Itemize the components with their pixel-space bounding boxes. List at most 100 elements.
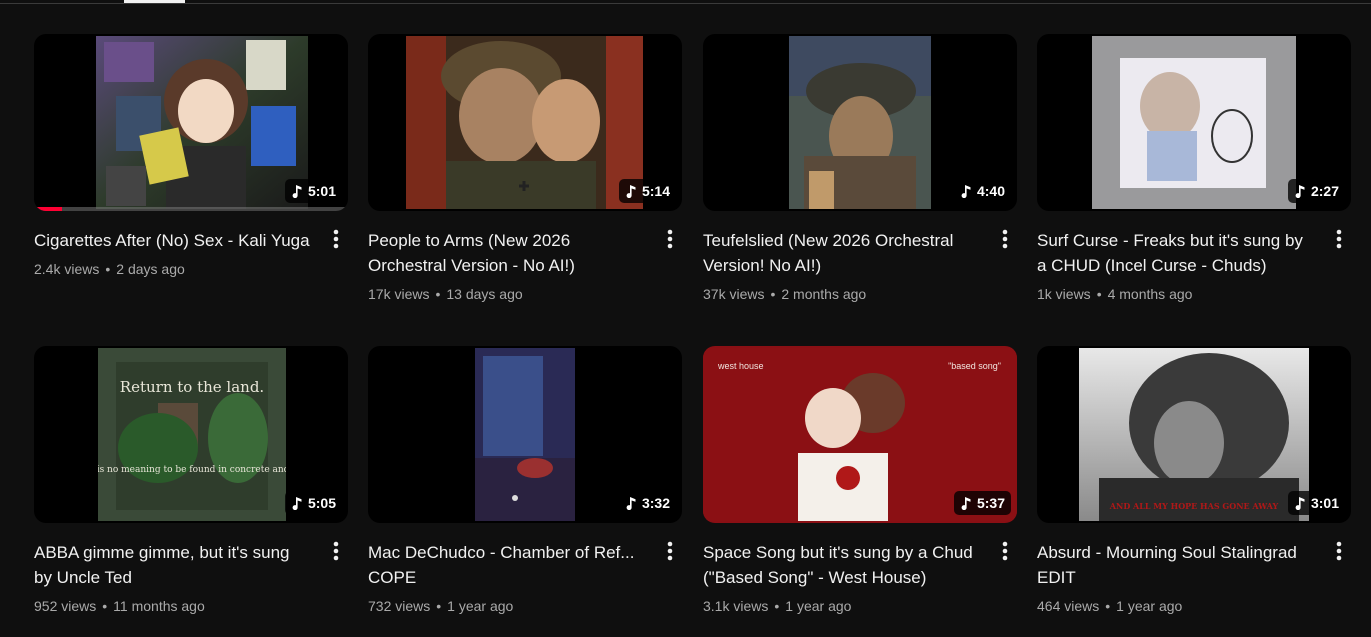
video-card[interactable]: 2:27 Surf Curse - Freaks but it's sung b… — [1037, 34, 1351, 302]
thumbnail-caption-top: Return to the land. — [120, 378, 264, 396]
thumbnail-art — [96, 36, 308, 209]
thumbnail-art: AND ALL MY HOPE HAS GONE AWAY — [1079, 348, 1309, 521]
duration-badge: 4:40 — [953, 179, 1011, 203]
meta-separator: • — [770, 286, 776, 302]
duration-text: 5:05 — [307, 495, 336, 511]
video-title[interactable]: Cigarettes After (No) Sex - Kali Yuga — [34, 228, 318, 253]
video-title[interactable]: People to Arms (New 2026 Orchestral Vers… — [368, 228, 652, 278]
meta-separator: • — [436, 598, 442, 614]
thumbnail-caption-bottom: There is no meaning to be found in concr… — [98, 465, 286, 475]
thumbnail-art: Return to the land. There is no meaning … — [98, 348, 286, 521]
upload-age: 2 days ago — [116, 261, 185, 277]
more-actions-button[interactable] — [993, 540, 1017, 566]
video-thumbnail[interactable]: AND ALL MY HOPE HAS GONE AWAY 3:01 — [1037, 346, 1351, 523]
upload-age: 1 year ago — [1116, 598, 1183, 614]
duration-badge: 2:27 — [1287, 179, 1345, 203]
more-actions-button[interactable] — [993, 228, 1017, 254]
video-card[interactable]: AND ALL MY HOPE HAS GONE AWAY 3:01 Absur… — [1037, 346, 1351, 614]
more-actions-button[interactable] — [1327, 228, 1351, 254]
view-count: 3.1k views — [703, 598, 769, 614]
music-note-icon — [1293, 184, 1307, 198]
video-thumbnail[interactable]: 3:32 — [368, 346, 682, 523]
meta-separator: • — [1105, 598, 1111, 614]
duration-badge: 3:01 — [1287, 491, 1345, 515]
tabs-divider — [0, 3, 1371, 4]
video-meta: 732 views • 1 year ago — [368, 596, 513, 616]
watch-progress-track — [34, 207, 348, 211]
music-note-icon — [290, 184, 304, 198]
upload-age: 4 months ago — [1107, 286, 1193, 302]
view-count: 1k views — [1037, 286, 1091, 302]
upload-age: 2 months ago — [781, 286, 867, 302]
duration-text: 3:01 — [1310, 495, 1339, 511]
video-card[interactable]: Return to the land. There is no meaning … — [34, 346, 348, 614]
music-note-icon — [624, 184, 638, 198]
music-note-icon — [290, 496, 304, 510]
more-actions-button[interactable] — [324, 228, 348, 254]
view-count: 2.4k views — [34, 261, 100, 277]
duration-text: 5:14 — [641, 183, 670, 199]
more-vert-icon — [333, 541, 339, 561]
meta-separator: • — [435, 286, 441, 302]
duration-badge: 5:37 — [953, 491, 1011, 515]
view-count: 464 views — [1037, 598, 1100, 614]
thumbnail-art — [406, 36, 643, 209]
more-vert-icon — [667, 541, 673, 561]
more-actions-button[interactable] — [658, 540, 682, 566]
more-actions-button[interactable] — [324, 540, 348, 566]
video-thumbnail[interactable]: 4:40 — [703, 34, 1017, 211]
video-thumbnail[interactable]: 5:01 — [34, 34, 348, 211]
video-meta: 2.4k views • 2 days ago — [34, 259, 185, 279]
watch-progress-fill — [34, 207, 63, 211]
video-card[interactable]: 5:14 People to Arms (New 2026 Orchestral… — [368, 34, 682, 302]
video-title[interactable]: Mac DeChudco - Chamber of Ref... COPE — [368, 540, 652, 590]
music-note-icon — [624, 496, 638, 510]
upload-age: 1 year ago — [447, 598, 514, 614]
video-thumbnail[interactable]: west house "based song" 5:37 — [703, 346, 1017, 523]
video-card[interactable]: 3:32 Mac DeChudco - Chamber of Ref... CO… — [368, 346, 682, 614]
thumbnail-art — [1092, 36, 1296, 209]
video-title[interactable]: Absurd - Mourning Soul Stalingrad EDIT — [1037, 540, 1321, 590]
more-actions-button[interactable] — [658, 228, 682, 254]
active-tab-indicator — [124, 0, 185, 3]
duration-badge: 5:01 — [284, 179, 342, 203]
meta-separator: • — [102, 598, 108, 614]
video-title[interactable]: Space Song but it's sung by a Chud ("Bas… — [703, 540, 987, 590]
more-vert-icon — [333, 229, 339, 249]
thumbnail-caption-left: west house — [717, 361, 764, 371]
upload-age: 11 months ago — [113, 598, 205, 614]
video-thumbnail[interactable]: 2:27 — [1037, 34, 1351, 211]
duration-badge: 5:14 — [618, 179, 676, 203]
upload-age: 13 days ago — [446, 286, 523, 302]
duration-text: 4:40 — [976, 183, 1005, 199]
thumbnail-caption-bottom: AND ALL MY HOPE HAS GONE AWAY — [1109, 501, 1279, 511]
thumbnail-caption-right: "based song" — [948, 361, 1001, 371]
video-thumbnail[interactable]: 5:14 — [368, 34, 682, 211]
more-actions-button[interactable] — [1327, 540, 1351, 566]
video-card[interactable]: west house "based song" 5:37 Space Song … — [703, 346, 1017, 614]
more-vert-icon — [1002, 541, 1008, 561]
duration-badge: 3:32 — [618, 491, 676, 515]
duration-text: 5:01 — [307, 183, 336, 199]
view-count: 952 views — [34, 598, 97, 614]
thumbnail-art — [789, 36, 931, 209]
video-thumbnail[interactable]: Return to the land. There is no meaning … — [34, 346, 348, 523]
more-vert-icon — [1336, 229, 1342, 249]
video-meta: 3.1k views • 1 year ago — [703, 596, 851, 616]
video-title[interactable]: Teufelslied (New 2026 Orchestral Version… — [703, 228, 987, 278]
thumbnail-art — [475, 348, 575, 521]
video-card[interactable]: 5:01 Cigarettes After (No) Sex - Kali Yu… — [34, 34, 348, 277]
meta-separator: • — [774, 598, 780, 614]
more-vert-icon — [667, 229, 673, 249]
video-card[interactable]: 4:40 Teufelslied (New 2026 Orchestral Ve… — [703, 34, 1017, 302]
duration-text: 3:32 — [641, 495, 670, 511]
video-meta: 952 views • 11 months ago — [34, 596, 205, 616]
more-vert-icon — [1002, 229, 1008, 249]
video-title[interactable]: ABBA gimme gimme, but it's sung by Uncle… — [34, 540, 318, 590]
video-title[interactable]: Surf Curse - Freaks but it's sung by a C… — [1037, 228, 1321, 278]
music-note-icon — [959, 184, 973, 198]
meta-separator: • — [1096, 286, 1102, 302]
duration-text: 2:27 — [1310, 183, 1339, 199]
upload-age: 1 year ago — [785, 598, 852, 614]
video-meta: 464 views • 1 year ago — [1037, 596, 1182, 616]
